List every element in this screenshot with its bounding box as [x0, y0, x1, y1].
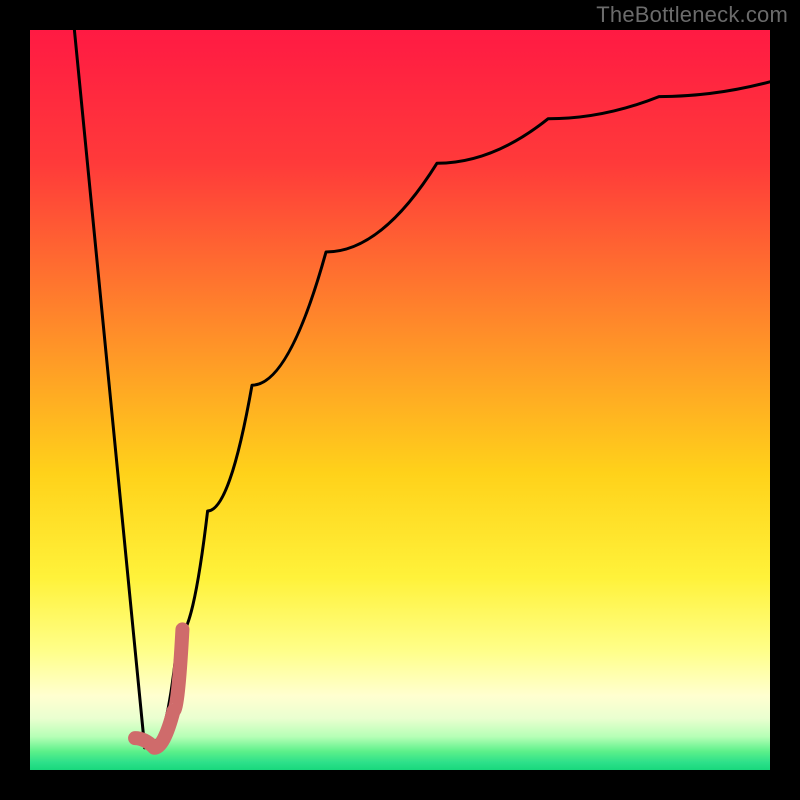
chart-container: TheBottleneck.com — [0, 0, 800, 800]
chart-plot-background — [30, 30, 770, 770]
bottleneck-chart-svg — [0, 0, 800, 800]
watermark-label: TheBottleneck.com — [596, 2, 788, 28]
